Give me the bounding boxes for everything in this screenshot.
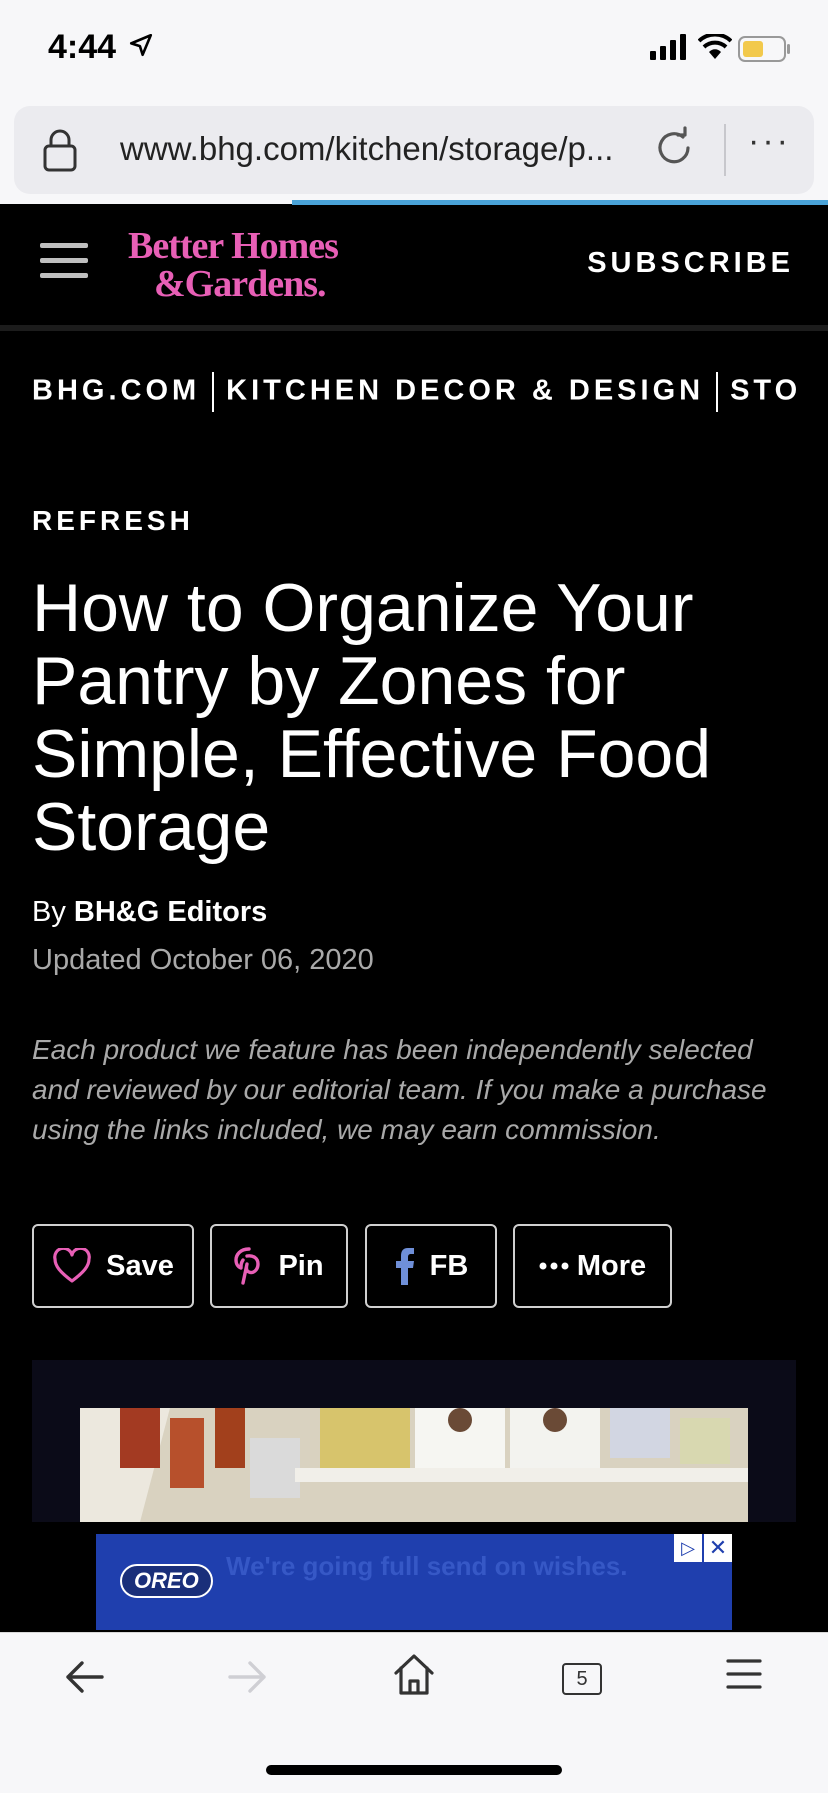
home-indicator [266,1765,562,1775]
tabs-count-button[interactable]: 5 [562,1663,602,1695]
affiliate-disclaimer: Each product we feature has been indepen… [32,1034,767,1145]
breadcrumb-item-kitchen[interactable]: KITCHEN DECOR & DESIGN [226,375,704,407]
article-title: How to Organize Your Pantry by Zones for… [32,570,712,865]
byline-prefix: By [32,896,66,928]
browser-more-button[interactable]: ··· [748,122,791,161]
fb-label: FB [429,1249,469,1282]
breadcrumb-separator [716,372,719,412]
breadcrumb-item-home[interactable]: BHG.COM [32,375,200,407]
save-label: Save [106,1249,174,1282]
ellipsis-icon [539,1262,569,1270]
site-logo[interactable]: Better Homes &Gardens. [128,227,339,303]
save-button[interactable]: Save [32,1224,194,1308]
article-kicker[interactable]: REFRESH [32,505,194,537]
pantry-image [80,1408,748,1522]
hamburger-menu-icon[interactable] [40,243,88,279]
author-link[interactable]: BH&G Editors [74,896,267,928]
forward-arrow-icon[interactable] [226,1655,270,1699]
breadcrumb-item-storage[interactable]: STORA [730,375,796,407]
url-divider [724,124,726,176]
ad-close-icon[interactable]: ✕ [704,1534,732,1562]
ad-banner[interactable]: OREO We're going full send on wishes. ▷ … [96,1534,732,1630]
ad-brand-logo: OREO [120,1564,213,1598]
reload-icon[interactable] [652,126,696,170]
back-arrow-icon[interactable] [62,1655,106,1699]
more-share-button[interactable]: More [513,1224,672,1308]
breadcrumb: BHG.COM KITCHEN DECOR & DESIGN STORA [32,372,796,412]
wifi-icon [698,34,732,59]
pin-label: Pin [278,1249,324,1282]
updated-date: Updated October 06, 2020 [32,944,374,976]
address-bar[interactable]: www.bhg.com/kitchen/storage/p... ··· [14,106,814,194]
status-bar: 4:44 [0,0,828,100]
heart-icon [53,1248,91,1283]
facebook-button[interactable]: FB [365,1224,497,1308]
cellular-signal-icon [650,34,686,60]
battery-icon [738,36,790,62]
home-icon[interactable] [392,1651,436,1697]
site-header: Better Homes &Gardens. SUBSCRIBE [0,205,828,331]
status-time: 4:44 [48,28,117,66]
article-image-container [32,1360,796,1522]
location-arrow-icon [129,33,153,57]
url-text[interactable]: www.bhg.com/kitchen/storage/p... [120,130,660,168]
lock-icon [43,129,77,172]
browser-address-area: www.bhg.com/kitchen/storage/p... ··· [0,100,828,204]
browser-toolbar: 5 [0,1632,828,1793]
pinterest-icon [234,1247,261,1285]
facebook-icon [395,1248,414,1285]
pin-button[interactable]: Pin [210,1224,348,1308]
breadcrumb-separator [212,372,215,412]
subscribe-link[interactable]: SUBSCRIBE [587,247,794,280]
menu-icon[interactable] [726,1657,762,1691]
adchoices-icon[interactable]: ▷ [674,1534,702,1562]
ad-text: We're going full send on wishes. [226,1551,628,1581]
byline: By BH&G Editors [32,896,267,929]
more-label: More [576,1249,647,1282]
